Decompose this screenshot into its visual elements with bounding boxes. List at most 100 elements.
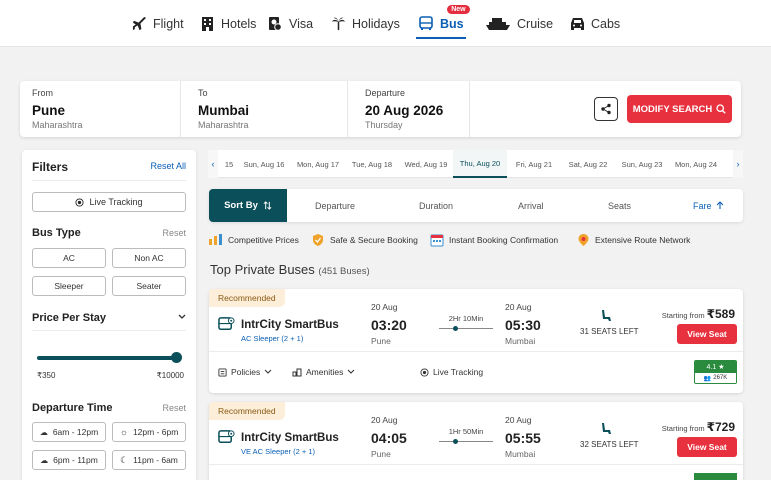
bus-card: Recommended IntrCity SmartBus AC Sleeper… (209, 289, 743, 393)
date-item[interactable]: Tue, Aug 18 (345, 150, 399, 178)
date-next-button[interactable]: › (733, 150, 743, 178)
seats-left: 32 SEATS LEFT (580, 440, 639, 449)
price-max: ₹10000 (156, 371, 184, 380)
chevron-down-icon (264, 369, 272, 374)
view-seat-button[interactable]: View Seat (677, 437, 737, 457)
sort-departure[interactable]: Departure (315, 189, 355, 222)
recommended-badge: Recommended (209, 289, 285, 307)
bus-type-seater[interactable]: Seater (112, 276, 186, 296)
amenities-icon (292, 368, 302, 376)
trip-duration: 2Hr 10Min (448, 314, 484, 323)
bus-type-reset[interactable]: Reset (162, 228, 186, 238)
nav-holidays[interactable]: Holidays (330, 0, 400, 47)
card-footer (209, 351, 743, 352)
feature-instant-confirmation: Instant Booking Confirmation (430, 233, 558, 247)
rating-badge[interactable]: 4.1 ★ 👥 267K (694, 360, 737, 384)
operator-name: IntrCity SmartBus (241, 319, 339, 331)
nav-cabs[interactable]: Cabs (569, 0, 620, 47)
bus-type-non-ac[interactable]: Non AC (112, 248, 186, 268)
sun-icon: ☼ (119, 427, 128, 437)
ship-icon (485, 16, 511, 32)
bus-count: (451 Buses) (318, 266, 370, 277)
date-item[interactable]: Mon, Aug 17 (291, 150, 345, 178)
duration-dot (453, 439, 458, 444)
departure-time: 04:05 (371, 430, 407, 446)
nav-cruise[interactable]: Cruise (485, 0, 553, 47)
hotel-icon (199, 16, 215, 32)
date-item[interactable]: Sun, Aug 16 (237, 150, 291, 178)
sort-by-button[interactable]: Sort By (209, 189, 287, 222)
card-footer (209, 464, 743, 465)
date-item[interactable]: Mon, Aug 24 (669, 150, 723, 178)
arrival-time: 05:30 (505, 317, 541, 333)
sort-arrival[interactable]: Arrival (518, 189, 544, 222)
arrival-city: Mumbai (505, 336, 536, 346)
nav-visa[interactable]: Visa (267, 0, 313, 47)
date-item[interactable]: Wed, Aug 19 (399, 150, 453, 178)
live-tracking-label: Live Tracking (420, 367, 483, 377)
nav-hotels[interactable]: Hotels (199, 0, 256, 47)
active-tab-indicator (416, 37, 466, 39)
nav-bus[interactable]: Bus New (416, 0, 470, 47)
modify-search-button[interactable]: MODIFY SEARCH (627, 95, 732, 123)
star-icon: ★ (718, 364, 725, 371)
sort-duration[interactable]: Duration (419, 189, 453, 222)
departure-city: Pune (371, 336, 391, 346)
duration-dot (453, 326, 458, 331)
seats-left: 31 SEATS LEFT (580, 327, 639, 336)
from-field[interactable]: From Pune Maharashtra (20, 81, 181, 137)
recommended-badge: Recommended (209, 402, 285, 420)
users-icon: 👥 (703, 375, 712, 382)
chevron-down-icon[interactable] (178, 314, 186, 320)
arrival-time: 05:55 (505, 430, 541, 446)
live-tracking-icon (420, 367, 429, 377)
slot-afternoon[interactable]: ☼ 12pm - 6pm (112, 422, 186, 442)
view-seat-button[interactable]: View Seat (677, 324, 737, 344)
price-slider-handle[interactable] (171, 352, 182, 363)
bus-type: AC Sleeper (2 + 1) (241, 334, 304, 343)
date-item[interactable]: Fri, Aug 21 (507, 150, 561, 178)
departure-time-reset[interactable]: Reset (162, 403, 186, 413)
date-item[interactable]: Sun, Aug 23 (615, 150, 669, 178)
filters-title: Filters (32, 160, 69, 174)
feature-route-network: Extensive Route Network (577, 233, 690, 247)
share-button[interactable] (594, 97, 618, 121)
live-tracking-icon (75, 197, 85, 207)
date-item[interactable]: Sat, Aug 22 (561, 150, 615, 178)
slot-morning[interactable]: ☁ 6am - 12pm (32, 422, 106, 442)
filters-panel: Filters Reset All Live Tracking Bus Type… (22, 150, 196, 480)
seat-icon (602, 423, 611, 434)
bus-icon (218, 430, 235, 443)
amenities-dropdown[interactable]: Amenities (292, 367, 355, 377)
divider (32, 180, 186, 181)
date-prev-button[interactable]: ‹ (208, 150, 218, 178)
price-slider-track[interactable] (37, 356, 177, 360)
slot-evening[interactable]: ☁ 6pm - 11pm (32, 450, 106, 470)
price: ₹589 (706, 307, 735, 321)
live-tracking-filter[interactable]: Live Tracking (32, 192, 186, 212)
moon-icon: ☾ (120, 454, 129, 465)
bus-icon (418, 16, 434, 32)
to-field[interactable]: To Mumbai Maharashtra (186, 81, 348, 137)
shield-icon (313, 234, 323, 246)
nav-flight[interactable]: Flight (131, 0, 184, 47)
trip-duration: 1Hr 50Min (448, 427, 484, 436)
bus-type-ac[interactable]: AC (32, 248, 106, 268)
departure-field[interactable]: Departure 20 Aug 2026 Thursday (353, 81, 470, 137)
starting-price: Starting from ₹729 (661, 420, 735, 434)
sort-fare[interactable]: Fare (693, 189, 724, 222)
operator-name: IntrCity SmartBus (241, 432, 339, 444)
section-title: Top Private Buses (451 Buses) (210, 262, 370, 277)
sort-seats[interactable]: Seats (608, 189, 631, 222)
calendar-icon (430, 234, 444, 247)
bus-type-sleeper[interactable]: Sleeper (32, 276, 106, 296)
policies-dropdown[interactable]: Policies (218, 367, 272, 377)
top-navigation: Flight Hotels Visa Holidays Bus New Crui… (0, 0, 771, 47)
price: ₹729 (706, 420, 735, 434)
reset-all-link[interactable]: Reset All (150, 161, 186, 171)
date-item-selected[interactable]: Thu, Aug 20 (453, 150, 507, 178)
feature-competitive-prices: Competitive Prices (208, 233, 299, 246)
rating-badge[interactable] (694, 473, 737, 480)
sort-icon (263, 201, 272, 210)
slot-night[interactable]: ☾ 11pm - 6am (112, 450, 186, 470)
